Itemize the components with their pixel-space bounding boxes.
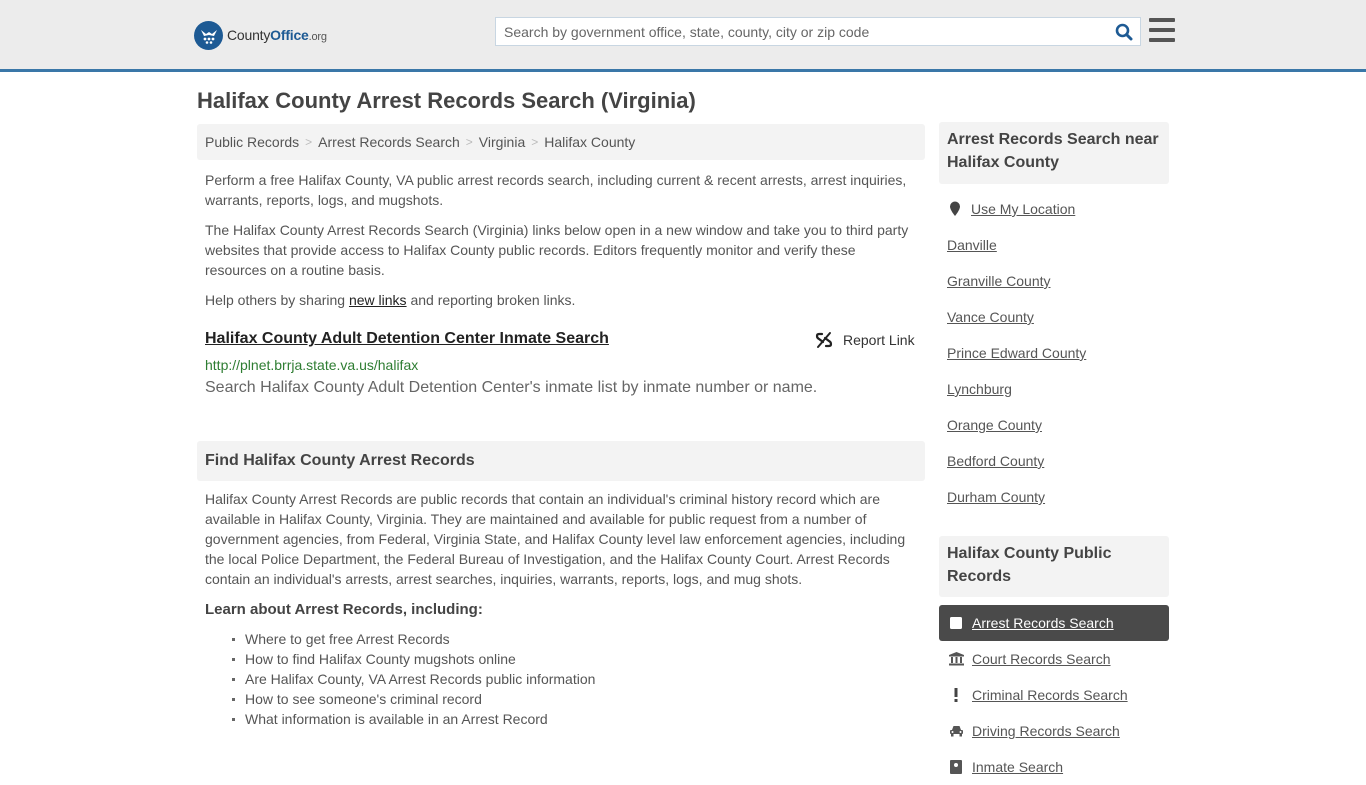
nearby-link-prince-edward-county[interactable]: Prince Edward County <box>947 345 1086 361</box>
exclamation-icon <box>948 687 964 703</box>
logo-eagle-icon <box>194 20 223 50</box>
site-header: CountyOffice.org <box>0 0 1366 72</box>
site-logo[interactable]: CountyOffice.org <box>194 20 327 50</box>
list-item: How to find Halifax County mugshots onli… <box>231 649 595 669</box>
map-marker-icon <box>950 201 960 216</box>
sidebar-item-criminal-records[interactable]: Criminal Records Search <box>939 677 1169 713</box>
page-title: Halifax County Arrest Records Search (Vi… <box>197 88 696 113</box>
sidebar-item-arrest-records[interactable]: Arrest Records Search <box>939 605 1169 641</box>
sidebar-item-driving-records[interactable]: Driving Records Search <box>939 713 1169 749</box>
nearby-link-orange-county[interactable]: Orange County <box>947 417 1042 433</box>
find-section-heading: Find Halifax County Arrest Records <box>197 441 925 481</box>
help-suffix: and reporting broken links. <box>406 292 576 308</box>
sidebar-item-court-records[interactable]: Court Records Search <box>939 641 1169 677</box>
breadcrumb-halifax-county[interactable]: Halifax County <box>544 134 635 150</box>
inmate-icon <box>948 759 964 775</box>
breadcrumb: Public Records > Arrest Records Search >… <box>197 124 925 160</box>
square-icon <box>948 615 964 631</box>
result-url: http://plnet.brrja.state.va.us/halifax <box>205 357 419 373</box>
breadcrumb-separator: > <box>305 135 313 149</box>
new-links-link[interactable]: new links <box>349 292 407 308</box>
list-item: What information is available in an Arre… <box>231 709 595 729</box>
search-button[interactable] <box>1108 18 1140 45</box>
search-icon <box>1115 23 1133 40</box>
disclaimer-text: The Halifax County Arrest Records Search… <box>205 222 909 278</box>
sidebar-item-label[interactable]: Inmate Search <box>972 759 1063 775</box>
breadcrumb-arrest-records-search[interactable]: Arrest Records Search <box>318 134 460 150</box>
sidebar-item-label[interactable]: Arrest Records Search <box>972 615 1114 631</box>
nearby-link-vance-county[interactable]: Vance County <box>947 309 1034 325</box>
list-item: Are Halifax County, VA Arrest Records pu… <box>231 671 596 687</box>
search-box <box>495 17 1141 46</box>
report-link-button[interactable]: Report Link <box>815 331 915 349</box>
search-input[interactable] <box>496 18 1108 45</box>
result-description: Search Halifax County Adult Detention Ce… <box>205 379 818 396</box>
list-item: How to see someone's criminal record <box>231 689 595 709</box>
sidebar-item-label[interactable]: Court Records Search <box>972 651 1111 667</box>
learn-list: Where to get free Arrest Records How to … <box>231 629 596 729</box>
sidebar-item-label[interactable]: Driving Records Search <box>972 723 1120 739</box>
report-link-label: Report Link <box>843 332 915 348</box>
nearby-link-danville[interactable]: Danville <box>947 237 997 253</box>
public-records-heading: Halifax County Public Records <box>939 536 1169 597</box>
breadcrumb-separator: > <box>531 135 539 149</box>
sidebar-item-label[interactable]: Criminal Records Search <box>972 687 1128 703</box>
logo-text: CountyOffice.org <box>227 27 327 43</box>
nearby-link-granville-county[interactable]: Granville County <box>947 273 1051 289</box>
list-item: Where to get free Arrest Records <box>231 629 595 649</box>
hamburger-menu-icon[interactable] <box>1149 18 1175 42</box>
nearby-link-lynchburg[interactable]: Lynchburg <box>947 381 1012 397</box>
breadcrumb-virginia[interactable]: Virginia <box>479 134 525 150</box>
intro-text: Perform a free Halifax County, VA public… <box>205 172 907 208</box>
broken-link-icon <box>815 332 833 348</box>
nearby-link-bedford-county[interactable]: Bedford County <box>947 453 1044 469</box>
nearby-link-durham-county[interactable]: Durham County <box>947 489 1045 505</box>
find-section-body: Halifax County Arrest Records are public… <box>205 491 906 587</box>
help-text: Help others by sharing new links and rep… <box>205 290 917 310</box>
breadcrumb-public-records[interactable]: Public Records <box>205 134 299 150</box>
use-my-location-link[interactable]: Use My Location <box>971 201 1075 217</box>
breadcrumb-separator: > <box>465 135 473 149</box>
nearby-heading: Arrest Records Search near Halifax Count… <box>939 122 1169 184</box>
use-location-row[interactable]: Use My Location <box>949 201 1075 217</box>
car-icon <box>948 723 964 739</box>
help-prefix: Help others by sharing <box>205 292 349 308</box>
learn-heading: Learn about Arrest Records, including: <box>205 601 483 618</box>
result-title-link[interactable]: Halifax County Adult Detention Center In… <box>205 330 609 348</box>
courthouse-icon <box>948 651 964 667</box>
sidebar-item-inmate-search[interactable]: Inmate Search <box>939 749 1169 785</box>
